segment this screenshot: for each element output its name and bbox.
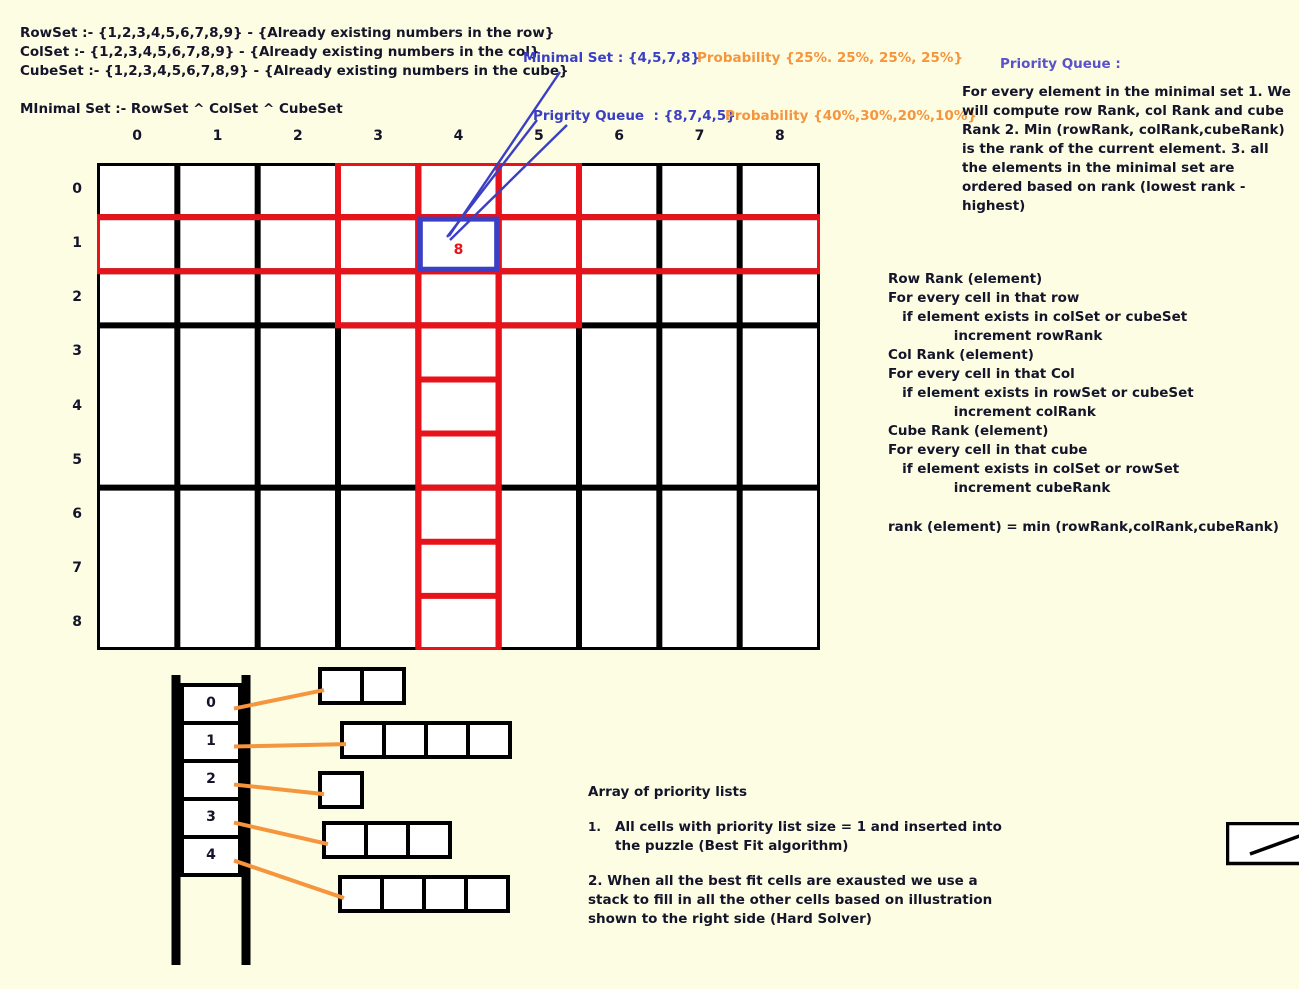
grid-col-header-8: 8 bbox=[774, 128, 785, 144]
grid-row-header-6: 6 bbox=[72, 505, 82, 522]
grid-row-header-8: 8 bbox=[72, 613, 82, 630]
priority-queue-label: Prigrity Queue : {8,7,4,5} bbox=[533, 108, 736, 124]
grid-col-header-4: 4 bbox=[453, 128, 464, 144]
sudoku-grid[interactable] bbox=[97, 163, 820, 650]
grid-col-header-1: 1 bbox=[212, 128, 223, 144]
grid-col-header-5: 5 bbox=[533, 128, 544, 144]
minimal-set-label: Minimal Set : {4,5,7,8} bbox=[523, 50, 701, 66]
grid-row-header-0: 0 bbox=[72, 181, 82, 198]
grid-col-header-3: 3 bbox=[373, 128, 384, 144]
note-2-text: 2. When all the best fit cells are exaus… bbox=[588, 873, 993, 927]
selected-cell-value: 8 bbox=[453, 242, 464, 259]
grid-row-header-2: 2 bbox=[72, 289, 82, 306]
array-slot-label-1: 1 bbox=[206, 733, 216, 749]
priority-queue-panel-title: Priority Queue : bbox=[1000, 56, 1121, 72]
note-1-text: All cells with priority list size = 1 an… bbox=[615, 819, 1002, 854]
minimal-set-probability-label: Probability {25%. 25%, 25%, 25%} bbox=[697, 50, 964, 66]
priority-queue-probability-label: Probability {40%,30%,20%,10%} bbox=[725, 108, 977, 124]
list-connector bbox=[233, 742, 347, 749]
grid-row-header-5: 5 bbox=[72, 451, 82, 468]
grid-col-header-0: 0 bbox=[132, 128, 143, 144]
grid-col-header-6: 6 bbox=[614, 128, 625, 144]
grid-row-header-7: 7 bbox=[72, 559, 82, 576]
list-node[interactable] bbox=[338, 875, 384, 913]
grid-row-header-4: 4 bbox=[72, 397, 82, 414]
set-definitions-block: RowSet :- {1,2,3,4,5,6,7,8,9} - {Already… bbox=[20, 25, 569, 117]
array-slot-label-2: 2 bbox=[206, 771, 216, 787]
list-node[interactable] bbox=[318, 667, 364, 705]
list-node[interactable] bbox=[360, 667, 406, 705]
rank-formula-label: rank (element) = min (rowRank,colRank,cu… bbox=[888, 519, 1279, 535]
list-node[interactable] bbox=[406, 821, 452, 859]
note-1-number: 1. bbox=[588, 820, 601, 834]
priority-queue-panel-body: For every element in the minimal set 1. … bbox=[962, 84, 1291, 214]
grid-row-header-1: 1 bbox=[72, 235, 82, 252]
list-node[interactable] bbox=[466, 721, 512, 759]
list-node[interactable] bbox=[422, 875, 468, 913]
corner-illustration-box bbox=[1226, 822, 1299, 866]
list-node[interactable] bbox=[424, 721, 470, 759]
array-of-priority-lists-title: Array of priority lists bbox=[588, 784, 748, 800]
list-node[interactable] bbox=[382, 721, 428, 759]
list-node[interactable] bbox=[318, 771, 364, 809]
list-node[interactable] bbox=[464, 875, 510, 913]
list-node[interactable] bbox=[340, 721, 386, 759]
list-node[interactable] bbox=[322, 821, 368, 859]
list-node[interactable] bbox=[380, 875, 426, 913]
rank-algorithm-block: Row Rank (element) For every cell in tha… bbox=[888, 271, 1194, 496]
list-node[interactable] bbox=[364, 821, 410, 859]
array-slot-label-3: 3 bbox=[206, 809, 216, 825]
grid-col-header-7: 7 bbox=[694, 128, 705, 144]
sudoku-grid-svg bbox=[97, 163, 820, 650]
array-slot-label-4: 4 bbox=[206, 847, 216, 863]
grid-col-header-2: 2 bbox=[292, 128, 303, 144]
array-slot-label-0: 0 bbox=[206, 695, 216, 711]
grid-row-header-3: 3 bbox=[72, 343, 82, 360]
